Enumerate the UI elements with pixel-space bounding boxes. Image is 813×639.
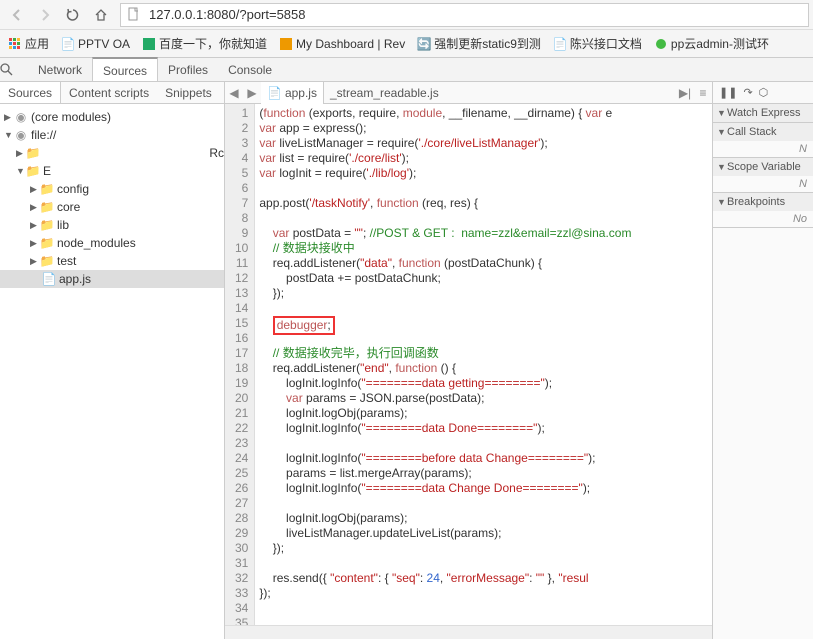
section-title: Breakpoints	[727, 196, 785, 208]
folder-icon: 📁	[40, 218, 54, 232]
page-icon: 📄	[61, 37, 75, 51]
page-icon	[127, 7, 143, 23]
debug-section[interactable]: ▼Scope Variable N	[713, 158, 813, 193]
navigator-tabs: Sources Content scripts Snippets	[0, 82, 224, 104]
debug-section[interactable]: ▼Breakpoints No	[713, 193, 813, 228]
section-body: N	[713, 141, 813, 157]
file-tab-stream[interactable]: _stream_readable.js	[324, 82, 445, 104]
folder-icon: 📁	[26, 164, 40, 178]
nav-tab-content-scripts[interactable]: Content scripts	[61, 82, 157, 103]
tree-folder-node-modules[interactable]: ▶📁node_modules	[0, 234, 224, 252]
horizontal-scrollbar[interactable]	[225, 625, 712, 639]
list-icon[interactable]: ≡	[694, 86, 712, 100]
page-icon: 📄	[553, 37, 567, 51]
url-text: 127.0.0.1:8080/?port=5858	[149, 7, 306, 22]
tree-folder-core[interactable]: ▶📁core	[0, 198, 224, 216]
home-button[interactable]	[88, 2, 114, 28]
cloud-icon: ◉	[14, 110, 28, 124]
bookmark-label: pp云admin-测试环	[671, 35, 769, 52]
bookmark-baidu[interactable]: 百度一下，你就知道	[138, 33, 271, 54]
folder-icon: 📁	[40, 254, 54, 268]
section-title: Scope Variable	[727, 161, 801, 173]
tree-folder-lib[interactable]: ▶📁lib	[0, 216, 224, 234]
deactivate-breakpoints-icon[interactable]: ⬡	[759, 86, 769, 99]
code-area[interactable]: 1234567891011121314151617181920212223242…	[225, 104, 712, 625]
nav-tab-sources[interactable]: Sources	[0, 82, 61, 103]
folder-icon: 📁	[40, 182, 54, 196]
forward-button[interactable]	[32, 2, 58, 28]
bookmarks-bar: 应用 📄PPTV OA 百度一下，你就知道 My Dashboard | Rev…	[0, 30, 813, 58]
section-body: No	[713, 211, 813, 227]
baidu-icon	[142, 37, 156, 51]
tab-sources[interactable]: Sources	[92, 57, 158, 81]
section-title: Call Stack	[727, 126, 777, 138]
devtools: Network Sources Profiles Console Sources…	[0, 58, 813, 639]
chevron-down-icon: ▼	[717, 162, 727, 172]
bookmark-api-doc[interactable]: 📄陈兴接口文档	[549, 33, 646, 54]
debug-section[interactable]: ▼Watch Express	[713, 104, 813, 123]
debug-panel: ❚❚ ↷ ⬡ ▼Watch Express▼Call StackN▼Scope …	[713, 82, 813, 639]
pp-icon	[654, 37, 668, 51]
bookmark-label: 百度一下，你就知道	[159, 35, 267, 52]
bookmark-label: 强制更新static9到测	[434, 35, 541, 52]
tree-folder[interactable]: ▶📁Rc	[0, 144, 224, 162]
bookmark-label: 应用	[25, 35, 49, 52]
bookmark-label: PPTV OA	[78, 37, 130, 51]
url-bar[interactable]: 127.0.0.1:8080/?port=5858	[120, 3, 809, 27]
chevron-down-icon: ▼	[717, 108, 727, 118]
file-icon: 📄	[42, 272, 56, 286]
bookmark-dashboard[interactable]: My Dashboard | Rev	[275, 35, 409, 53]
section-title: Watch Express	[727, 107, 801, 119]
folder-icon: 📁	[40, 236, 54, 250]
bookmark-label: 陈兴接口文档	[570, 35, 642, 52]
folder-icon: 📁	[40, 200, 54, 214]
tab-nav-prev[interactable]: ◀	[225, 86, 243, 100]
tab-network[interactable]: Network	[28, 58, 92, 82]
bookmark-pptv[interactable]: 📄PPTV OA	[57, 35, 134, 53]
apps-icon	[8, 37, 22, 51]
file-icon: 📄	[267, 86, 282, 100]
bookmark-label: My Dashboard | Rev	[296, 37, 405, 51]
code-content[interactable]: (function (exports, require, module, __f…	[255, 104, 712, 625]
tree-file-root[interactable]: ▼◉file://	[0, 126, 224, 144]
step-over-icon[interactable]: ↷	[743, 86, 752, 99]
dash-icon	[279, 37, 293, 51]
tree-folder-test[interactable]: ▶📁test	[0, 252, 224, 270]
sources-navigator: Sources Content scripts Snippets ▶◉(core…	[0, 82, 225, 639]
tab-profiles[interactable]: Profiles	[158, 58, 218, 82]
cloud-icon: ◉	[14, 128, 28, 142]
refresh-icon: 🔄	[417, 37, 431, 51]
tab-console[interactable]: Console	[218, 58, 282, 82]
tree-folder-e[interactable]: ▼📁E	[0, 162, 224, 180]
code-panel: ◀ ▶ 📄app.js _stream_readable.js ▶| ≡ 123…	[225, 82, 713, 639]
devtools-tabs: Network Sources Profiles Console	[0, 58, 813, 82]
devtools-body: Sources Content scripts Snippets ▶◉(core…	[0, 82, 813, 639]
tab-nav-next[interactable]: ▶	[243, 86, 261, 100]
debug-controls: ❚❚ ↷ ⬡	[713, 82, 813, 104]
bookmark-ppadmin[interactable]: pp云admin-测试环	[650, 33, 773, 54]
tree-core-modules[interactable]: ▶◉(core modules)	[0, 108, 224, 126]
file-tab-appjs[interactable]: 📄app.js	[261, 82, 324, 104]
line-gutter: 1234567891011121314151617181920212223242…	[225, 104, 255, 625]
tree-folder-config[interactable]: ▶📁config	[0, 180, 224, 198]
reload-button[interactable]	[60, 2, 86, 28]
folder-icon: 📁	[26, 146, 40, 160]
pause-icon[interactable]: ❚❚	[719, 86, 737, 99]
back-button[interactable]	[4, 2, 30, 28]
section-body: N	[713, 176, 813, 192]
debug-section[interactable]: ▼Call Stack N	[713, 123, 813, 158]
run-to-cursor-icon[interactable]: ▶|	[676, 86, 694, 100]
file-tabs: ◀ ▶ 📄app.js _stream_readable.js ▶| ≡	[225, 82, 712, 104]
bookmark-apps[interactable]: 应用	[4, 33, 53, 54]
bookmark-static9[interactable]: 🔄强制更新static9到测	[413, 33, 545, 54]
browser-toolbar: 127.0.0.1:8080/?port=5858	[0, 0, 813, 30]
nav-tab-snippets[interactable]: Snippets	[157, 82, 220, 103]
search-icon[interactable]	[0, 63, 28, 76]
chevron-down-icon: ▼	[717, 127, 727, 137]
chevron-down-icon: ▼	[717, 197, 727, 207]
file-tree: ▶◉(core modules) ▼◉file:// ▶📁Rc ▼📁E ▶📁co…	[0, 104, 224, 292]
tree-file-appjs[interactable]: 📄app.js	[0, 270, 224, 288]
